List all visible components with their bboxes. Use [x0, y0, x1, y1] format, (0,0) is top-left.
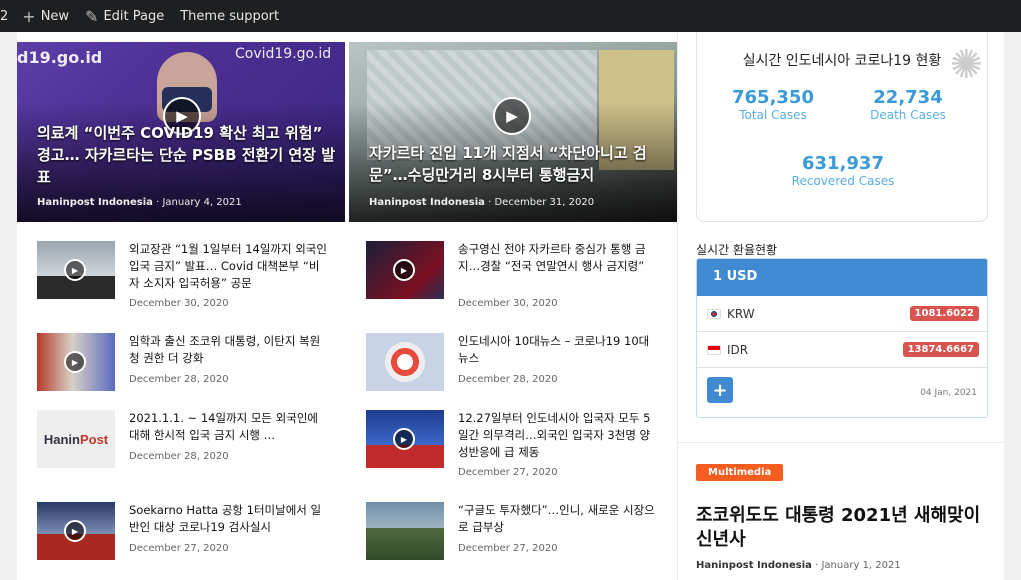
post-date: December 27, 2020: [129, 543, 229, 554]
currency-value: 13874.6667: [902, 342, 979, 357]
death-cases-label: Death Cases: [870, 108, 946, 122]
exchange-rate-widget: 1 USD KRW 1081.6022 IDR 13874.6667 + 04 …: [696, 258, 988, 418]
post-title[interactable]: 임학과 출신 조코위 대통령, 이탄지 복원청 권한 더 강화: [129, 333, 329, 367]
theme-support-label: Theme support: [180, 8, 280, 24]
exchange-base-currency: 1 USD: [697, 259, 987, 296]
side-post-meta: Haninpost Indonesia · January 1, 2021: [696, 560, 901, 571]
hero-title[interactable]: 자카르타 진입 11개 지점서 “차단아니고 검문”…수딩만거리 8시부터 통행…: [369, 142, 667, 186]
currency-value: 1081.6022: [909, 306, 979, 321]
post-item[interactable]: “구글도 투자했다”…인니, 새로운 시장으로 급부상 December 27,…: [366, 502, 656, 578]
side-post-title[interactable]: 조코위도도 대통령 2021년 새해맞이 신년사: [696, 504, 996, 552]
add-currency-button[interactable]: +: [707, 377, 733, 403]
side-post-date: January 1, 2021: [821, 560, 901, 571]
korea-flag-icon: [707, 308, 721, 319]
post-item[interactable]: Hanin Post 2021.1.1. ~ 14일까지 모든 외국인에 대해 한…: [37, 410, 327, 486]
death-cases-stat: 22,734 Death Cases: [838, 87, 978, 122]
play-icon: ▶: [64, 259, 86, 281]
indonesia-flag-icon: [707, 344, 721, 355]
hero-author[interactable]: Haninpost Indonesia: [369, 197, 485, 208]
sidebar: ✺ 실시간 인도네시아 코로나19 현황 765,350 Total Cases…: [677, 32, 1004, 580]
post-title[interactable]: 12.27일부터 인도네시아 입국자 모두 5일간 의무격리…외국인 입국자 3…: [458, 410, 658, 461]
exchange-date: 04 Jan, 2021: [920, 388, 977, 398]
recovered-cases-value: 631,937: [802, 153, 884, 174]
edit-page-label: Edit Page: [103, 8, 165, 24]
post-thumbnail[interactable]: ▶: [366, 241, 444, 299]
post-item[interactable]: ▶ Soekarno Hatta 공항 1터미날에서 일반인 대상 코로나19 …: [37, 502, 327, 578]
post-title[interactable]: 인도네시아 10대뉴스 – 코로나19 10대뉴스: [458, 333, 658, 367]
death-cases-value: 22,734: [873, 87, 943, 108]
hero-date: January 4, 2021: [162, 197, 242, 208]
play-icon[interactable]: ▶: [493, 97, 531, 135]
currency-code: IDR: [727, 342, 749, 357]
exchange-footer: + 04 Jan, 2021: [697, 368, 987, 417]
play-icon: ▶: [64, 520, 86, 542]
admin-bar-cut-label: 2: [0, 8, 9, 24]
play-icon: ▶: [393, 259, 415, 281]
post-item[interactable]: ▶ 외교장관 “1월 1일부터 14일까지 외국인 입국 금지” 발표… Cov…: [37, 241, 327, 317]
hero-author[interactable]: Haninpost Indonesia: [37, 197, 153, 208]
total-cases-stat: 765,350 Total Cases: [703, 87, 843, 122]
side-post-author[interactable]: Haninpost Indonesia: [696, 560, 812, 571]
recovered-cases-label: Recovered Cases: [791, 174, 895, 188]
hero-date: December 31, 2020: [494, 197, 595, 208]
post-date: December 27, 2020: [458, 543, 558, 554]
new-button[interactable]: + New: [14, 0, 77, 32]
play-icon: ▶: [64, 351, 86, 373]
covid-widget-title: 실시간 인도네시아 코로나19 현황: [742, 53, 942, 69]
post-thumbnail[interactable]: [366, 502, 444, 560]
post-date: December 28, 2020: [129, 374, 229, 385]
post-title[interactable]: Soekarno Hatta 공항 1터미날에서 일반인 대상 코로나19 검사…: [129, 502, 329, 536]
post-date: December 28, 2020: [129, 451, 229, 462]
total-cases-label: Total Cases: [739, 108, 807, 122]
hero-title[interactable]: 의료계 “이번주 COVID19 확산 최고 위험” 경고… 자카르타는 단순 …: [37, 122, 335, 188]
post-date: December 27, 2020: [458, 467, 558, 478]
pencil-icon: ✎: [85, 6, 99, 26]
hero-meta: Haninpost Indonesia · January 4, 2021: [37, 197, 242, 208]
haninpost-logo-thumbnail[interactable]: Hanin Post: [37, 410, 115, 468]
total-cases-value: 765,350: [732, 87, 814, 108]
hero-card-1[interactable]: d19.go.id Covid19.go.id ▶ 의료계 “이번주 COVID…: [17, 42, 345, 222]
post-title[interactable]: 외교장관 “1월 1일부터 14일까지 외국인 입국 금지” 발표… Covid…: [129, 241, 329, 292]
exchange-row-krw: KRW 1081.6022: [697, 296, 987, 332]
hero-meta: Haninpost Indonesia · December 31, 2020: [369, 197, 595, 208]
category-badge[interactable]: Multimedia: [696, 464, 784, 481]
hero-logo-left: d19.go.id: [17, 48, 103, 67]
post-thumbnail[interactable]: [366, 333, 444, 391]
post-item[interactable]: 인도네시아 10대뉴스 – 코로나19 10대뉴스 December 28, 2…: [366, 333, 656, 409]
post-item[interactable]: ▶ 송구영신 전야 자카르타 중심가 통행 금지…경찰 “전국 연말연시 행사 …: [366, 241, 656, 317]
edit-page-button[interactable]: ✎ Edit Page: [77, 0, 172, 32]
sidebar-divider: [678, 442, 1004, 443]
play-glyph: ▶: [506, 107, 518, 125]
hero-card-2[interactable]: ▶ 자카르타 진입 11개 지점서 “차단아니고 검문”…수딩만거리 8시부터 …: [349, 42, 677, 222]
exchange-rate-title: 실시간 환율현황: [696, 243, 778, 257]
plus-icon: +: [22, 6, 36, 26]
post-item[interactable]: ▶ 임학과 출신 조코위 대통령, 이탄지 복원청 권한 더 강화 Decemb…: [37, 333, 327, 409]
post-thumbnail[interactable]: ▶: [366, 410, 444, 468]
post-thumbnail[interactable]: ▶: [37, 241, 115, 299]
play-icon: ▶: [393, 428, 415, 450]
post-title[interactable]: 송구영신 전야 자카르타 중심가 통행 금지…경찰 “전국 연말연시 행사 금지…: [458, 241, 658, 275]
page-content: d19.go.id Covid19.go.id ▶ 의료계 “이번주 COVID…: [17, 32, 1004, 580]
post-thumbnail[interactable]: ▶: [37, 502, 115, 560]
admin-bar-cut-item[interactable]: 2: [0, 0, 14, 32]
post-title[interactable]: “구글도 투자했다”…인니, 새로운 시장으로 급부상: [458, 502, 658, 536]
covid-stats-widget: ✺ 실시간 인도네시아 코로나19 현황 765,350 Total Cases…: [696, 32, 988, 222]
post-thumbnail[interactable]: ▶: [37, 333, 115, 391]
post-date: December 30, 2020: [458, 298, 558, 309]
hero-logo-right: Covid19.go.id: [235, 46, 332, 62]
currency-code: KRW: [727, 306, 755, 321]
post-date: December 30, 2020: [129, 298, 229, 309]
recovered-cases-stat: 631,937 Recovered Cases: [773, 153, 913, 188]
logo-text-a: Hanin: [43, 431, 80, 447]
post-title[interactable]: 2021.1.1. ~ 14일까지 모든 외국인에 대해 한시적 입국 금지 시…: [129, 410, 329, 444]
theme-support-button[interactable]: Theme support: [172, 0, 287, 32]
admin-bar: 2 + New ✎ Edit Page Theme support: [0, 0, 1021, 32]
post-date: December 28, 2020: [458, 374, 558, 385]
logo-text-b: Post: [79, 431, 109, 447]
post-item[interactable]: ▶ 12.27일부터 인도네시아 입국자 모두 5일간 의무격리…외국인 입국자…: [366, 410, 656, 486]
exchange-row-idr: IDR 13874.6667: [697, 332, 987, 368]
new-label: New: [40, 8, 70, 24]
